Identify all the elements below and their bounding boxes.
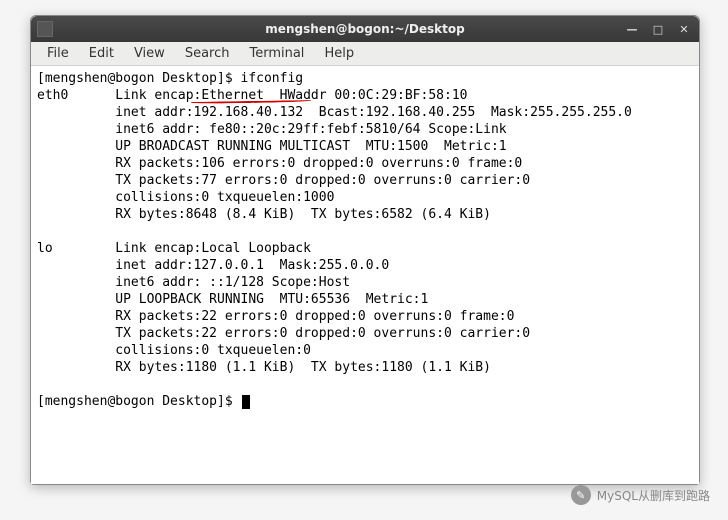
- output-line: TX packets:22 errors:0 dropped:0 overrun…: [37, 326, 530, 341]
- output-line: inet addr:127.0.0.1 Mask:255.0.0.0: [37, 258, 389, 273]
- menu-edit[interactable]: Edit: [79, 44, 124, 63]
- minimize-button[interactable]: —: [623, 21, 641, 37]
- prompt-line-2: [mengshen@bogon Desktop]$: [37, 394, 241, 409]
- output-line: lo Link encap:Local Loopback: [37, 241, 311, 256]
- prompt-line-1: [mengshen@bogon Desktop]$ ifconfig: [37, 71, 303, 86]
- terminal-window: mengshen@bogon:~/Desktop — □ ✕ File Edit…: [30, 15, 700, 485]
- output-line: RX bytes:1180 (1.1 KiB) TX bytes:1180 (1…: [37, 360, 491, 375]
- output-line: RX packets:106 errors:0 dropped:0 overru…: [37, 156, 522, 171]
- output-line: TX packets:77 errors:0 dropped:0 overrun…: [37, 173, 530, 188]
- window-title: mengshen@bogon:~/Desktop: [31, 22, 699, 36]
- prompt-text-1: [mengshen@bogon Desktop]$: [37, 71, 241, 86]
- output-line: UP BROADCAST RUNNING MULTICAST MTU:1500 …: [37, 139, 507, 154]
- menu-terminal[interactable]: Terminal: [239, 44, 314, 63]
- titlebar[interactable]: mengshen@bogon:~/Desktop — □ ✕: [31, 16, 699, 42]
- output-line: RX packets:22 errors:0 dropped:0 overrun…: [37, 309, 514, 324]
- menu-view[interactable]: View: [124, 44, 175, 63]
- maximize-button[interactable]: □: [649, 21, 667, 37]
- prompt-text-2: [mengshen@bogon Desktop]$: [37, 394, 241, 409]
- output-line: collisions:0 txqueuelen:1000: [37, 190, 334, 205]
- cursor-icon: [242, 395, 250, 409]
- terminal-app-icon: [37, 21, 53, 37]
- output-line: inet addr:192.168.40.132 Bcast:192.168.4…: [37, 105, 632, 120]
- menu-file[interactable]: File: [37, 44, 79, 63]
- menubar: File Edit View Search Terminal Help: [31, 42, 699, 66]
- command-1: ifconfig: [241, 71, 304, 86]
- terminal-output[interactable]: [mengshen@bogon Desktop]$ ifconfig eth0 …: [31, 66, 699, 484]
- watermark-icon: ✎: [571, 485, 591, 505]
- watermark-text: MySQL从删库到跑路: [597, 487, 710, 504]
- menu-help[interactable]: Help: [314, 44, 364, 63]
- menu-search[interactable]: Search: [175, 44, 240, 63]
- output-line: inet6 addr: ::1/128 Scope:Host: [37, 275, 350, 290]
- close-button[interactable]: ✕: [675, 21, 693, 37]
- window-controls: — □ ✕: [623, 21, 693, 37]
- output-line: inet6 addr: fe80::20c:29ff:febf:5810/64 …: [37, 122, 507, 137]
- output-line: UP LOOPBACK RUNNING MTU:65536 Metric:1: [37, 292, 428, 307]
- output-line: RX bytes:8648 (8.4 KiB) TX bytes:6582 (6…: [37, 207, 491, 222]
- output-line: collisions:0 txqueuelen:0: [37, 343, 311, 358]
- watermark: ✎ MySQL从删库到跑路: [571, 485, 710, 505]
